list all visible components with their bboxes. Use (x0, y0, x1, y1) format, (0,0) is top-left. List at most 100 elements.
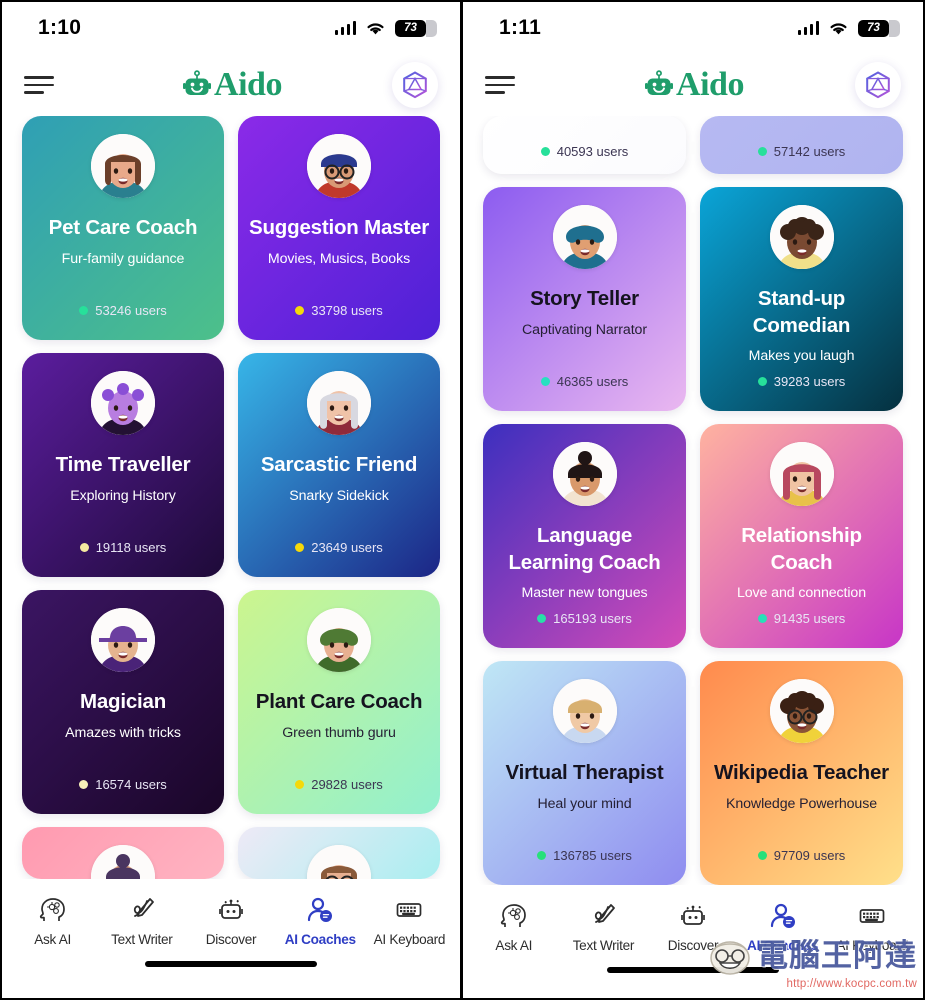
coach-card-partial[interactable]: 57142 users (700, 116, 903, 174)
coach-card-subtitle: Heal your mind (537, 795, 632, 812)
coach-card[interactable]: Pet Care Coach Fur-family guidance 53246 u… (22, 116, 224, 340)
keyboard-icon (858, 901, 886, 931)
coach-card-partial[interactable]: 40593 users (483, 116, 686, 174)
status-bar: 1:11 73 (463, 2, 923, 54)
coach-card-users: 33798 users (238, 303, 440, 318)
battery-level: 73 (404, 22, 417, 34)
home-indicator[interactable] (607, 967, 779, 973)
time-traveller-avatar (91, 371, 155, 435)
nav-item-label: Text Writer (572, 938, 635, 953)
pet-care-coach-avatar (91, 134, 155, 198)
home-indicator-area (463, 963, 923, 997)
coach-card-title: Sarcastic Friend (260, 453, 418, 476)
coach-card-title: Wikipedia Teacher (714, 761, 889, 784)
nav-item-ai-coaches[interactable]: AI Coaches (276, 895, 365, 947)
status-dot (757, 147, 767, 156)
coach-card[interactable]: Time Traveller Exploring History 19118 use… (22, 353, 224, 577)
page-title: Aido (214, 66, 282, 103)
coach-card-subtitle: Green thumb guru (282, 724, 396, 741)
coach-card-subtitle: Snarky Sidekick (289, 487, 389, 504)
coach-cards-scroll-right[interactable]: 40593 users 57142 users Story Teller Capti… (463, 116, 923, 885)
coach-card[interactable]: Relationship Coach Love and connection 914… (700, 424, 903, 648)
coach-card[interactable]: Plant Care Coach Green thumb guru 29828 us… (238, 590, 440, 814)
status-dot (757, 614, 767, 623)
language-learning-coach-avatar (552, 442, 617, 506)
coach-card-users: 39283 users (700, 374, 903, 389)
user-count-label: 40593 users (556, 144, 629, 159)
brain-head-icon (39, 895, 67, 925)
home-indicator[interactable] (145, 961, 317, 967)
coach-cards-scroll-left[interactable]: Pet Care Coach Fur-family guidance 53246 u… (2, 116, 460, 879)
status-dot (295, 306, 305, 315)
story-teller-avatar (552, 205, 617, 269)
status-dot (79, 543, 89, 552)
coach-card-users: 46365 users (483, 374, 686, 389)
nav-item-ask-ai[interactable]: Ask AI (469, 901, 559, 953)
coach-card-users: 57142 users (700, 144, 903, 159)
nav-item-discover[interactable]: Discover (186, 895, 275, 947)
gem-diamond-icon[interactable] (854, 62, 901, 108)
pen-scribble-icon (589, 901, 617, 931)
sarcastic-friend-avatar (307, 371, 371, 435)
app-header: Aido (463, 54, 923, 116)
nav-item-ai-keyboard[interactable]: AI Keyboard (827, 901, 917, 953)
coach-card-partial[interactable] (238, 827, 440, 879)
bottom-navigation-bar[interactable]: Ask AI Text Writer Discover AI Coaches AI Ke… (2, 879, 460, 957)
nav-item-label: Discover (667, 938, 719, 953)
coach-card-subtitle: Movies, Musics, Books (267, 250, 411, 267)
person-chat-icon (769, 901, 797, 931)
user-count-label: 46365 users (556, 374, 629, 389)
coach-card-users: 136785 users (483, 848, 686, 863)
coach-card[interactable]: Language Learning Coach Master new tongue… (483, 424, 686, 648)
coach-card[interactable]: Stand-up Comedian Makes you laugh 39283 us… (700, 187, 903, 411)
home-indicator-area (2, 957, 460, 991)
coach-card-subtitle: Makes you laugh (748, 348, 855, 365)
plant-care-coach-avatar (307, 608, 371, 672)
coach-card-subtitle: Captivating Narrator (522, 321, 647, 338)
user-count-label: 19118 users (95, 540, 167, 555)
status-dot (540, 377, 550, 386)
aido-robot-logo-icon (644, 70, 674, 100)
status-dot (540, 147, 550, 156)
coach-card[interactable]: Magician Amazes with tricks 16574 users (22, 590, 224, 814)
coach-card[interactable]: Virtual Therapist Heal your mind 136785 us… (483, 661, 686, 885)
pen-scribble-icon (128, 895, 156, 925)
coach-card[interactable]: Suggestion Master Movies, Musics, Books 33… (238, 116, 440, 340)
status-dot (79, 306, 89, 315)
coach-card-title: Pet Care Coach (48, 216, 198, 239)
nav-item-text-writer[interactable]: Text Writer (97, 895, 186, 947)
status-dot (537, 614, 547, 623)
coach-card-title: Story Teller (530, 287, 639, 310)
nav-item-discover[interactable]: Discover (648, 901, 738, 953)
nav-item-ai-coaches[interactable]: AI Coaches (738, 901, 828, 953)
coach-cards-grid: Story Teller Captivating Narrator 46365 us… (483, 187, 903, 885)
left-phone-screenshot: 1:10 73 Aido Pet Care Coach Fur-family g… (0, 0, 462, 1000)
coach-card[interactable]: Wikipedia Teacher Knowledge Powerhouse 977… (700, 661, 903, 885)
user-count-label: 57142 users (773, 144, 846, 159)
nav-item-text-writer[interactable]: Text Writer (559, 901, 649, 953)
coach-card[interactable]: Sarcastic Friend Snarky Sidekick 23649 use… (238, 353, 440, 577)
coach-card-users: 23649 users (238, 540, 440, 555)
user-count-label: 23649 users (311, 540, 383, 555)
coach-card-subtitle: Knowledge Powerhouse (725, 795, 877, 812)
nav-item-label: AI Coaches (747, 938, 819, 953)
battery-level: 73 (867, 22, 880, 34)
coach-card-partial[interactable] (22, 827, 224, 879)
nav-item-label: Ask AI (34, 932, 71, 947)
battery-icon: 73 (395, 19, 437, 37)
bottom-navigation-bar[interactable]: Ask AI Text Writer Discover AI Coaches AI Ke… (463, 885, 923, 963)
user-count-label: 136785 users (553, 848, 632, 863)
gem-diamond-icon[interactable] (391, 62, 438, 108)
nav-item-label: AI Keyboard (373, 932, 446, 947)
nav-item-ask-ai[interactable]: Ask AI (8, 895, 97, 947)
wikipedia-teacher-avatar (769, 679, 834, 743)
coach-card[interactable]: Story Teller Captivating Narrator 46365 us… (483, 187, 686, 411)
status-dot (537, 851, 547, 860)
nav-item-label: Ask AI (495, 938, 533, 953)
user-count-label: 16574 users (95, 777, 167, 792)
nav-item-ai-keyboard[interactable]: AI Keyboard (365, 895, 454, 947)
status-time: 1:11 (499, 16, 542, 39)
relationship-coach-avatar (769, 442, 834, 506)
hamburger-menu-icon[interactable] (485, 74, 515, 96)
hamburger-menu-icon[interactable] (24, 74, 54, 96)
